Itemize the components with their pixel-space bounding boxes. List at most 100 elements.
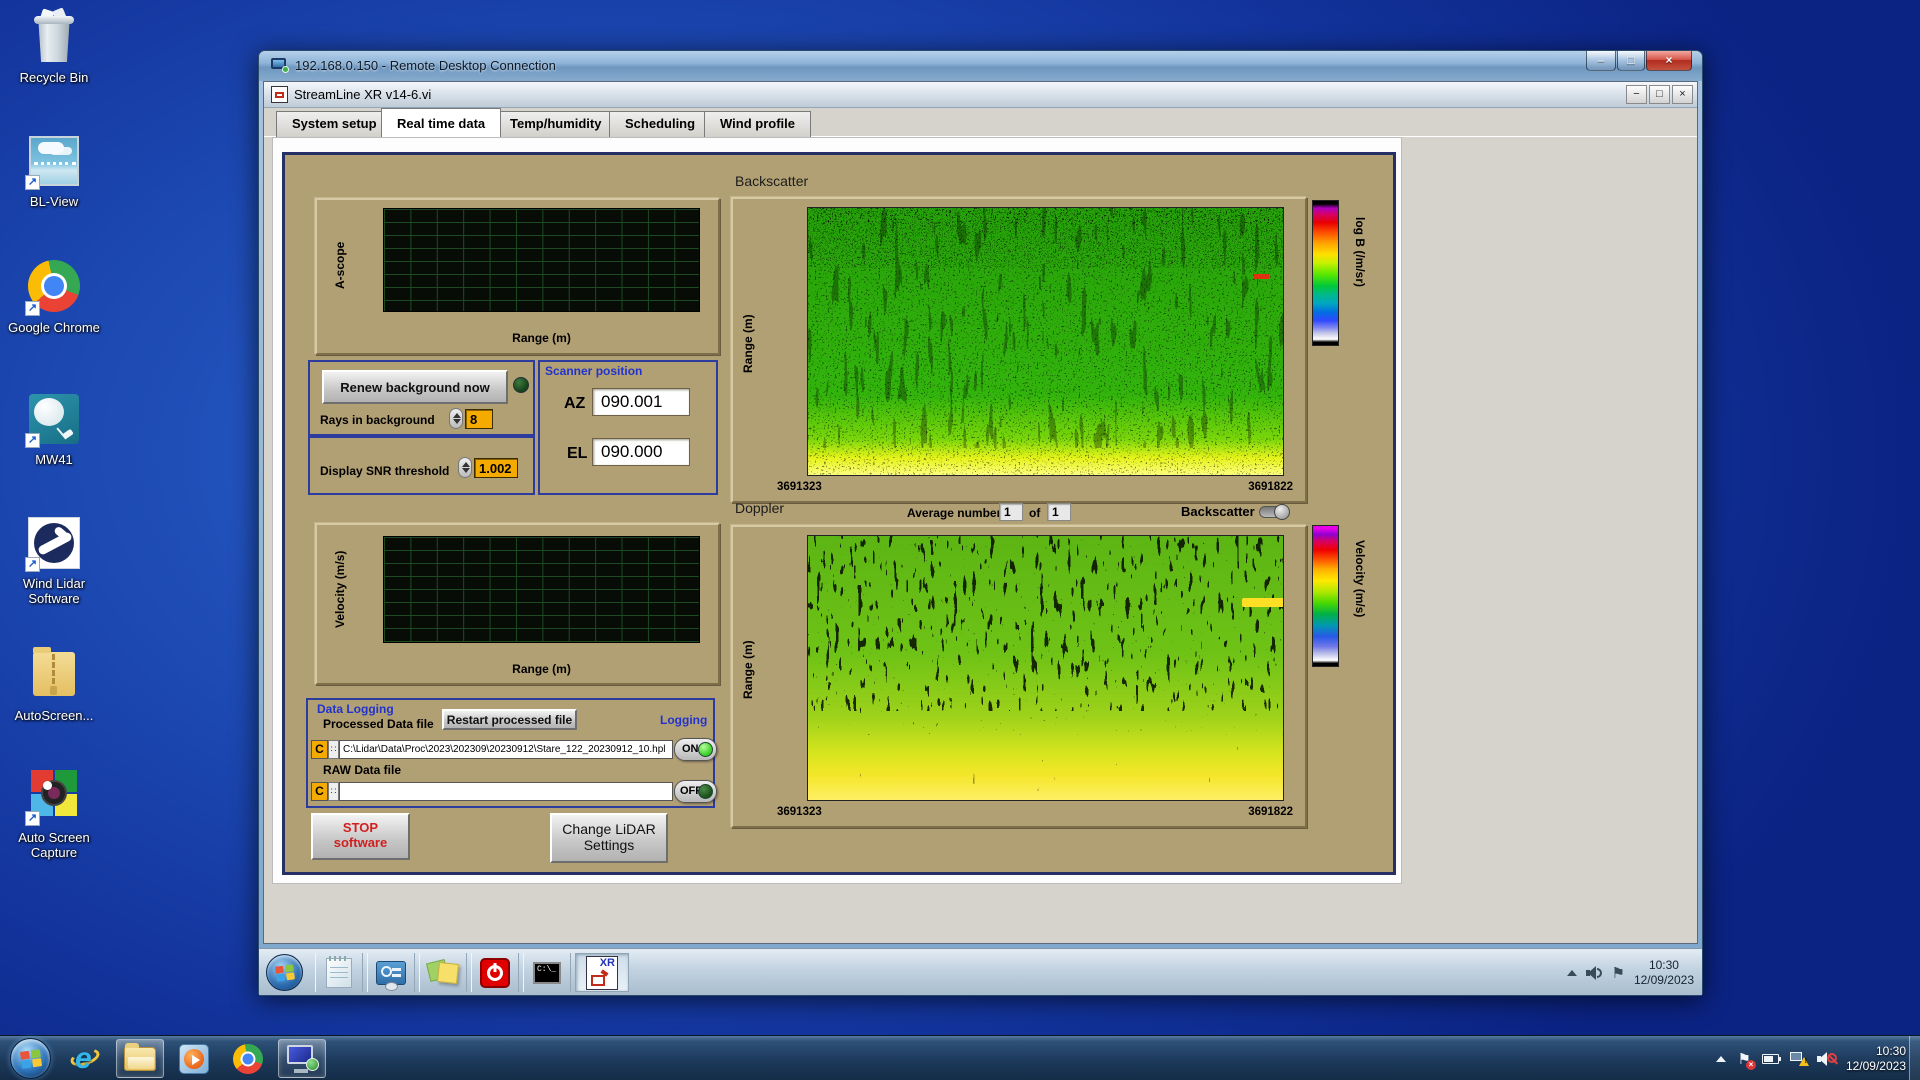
- host-taskbar: e ⚑ × ! 10:30 12/09/2023: [0, 1035, 1920, 1080]
- bl-view-icon: ↗: [25, 132, 83, 190]
- host-taskbar-media-player[interactable]: [170, 1039, 218, 1078]
- stop-line1: STOP: [342, 820, 379, 835]
- desktop-icon-label: Wind Lidar Software: [22, 576, 86, 606]
- processed-path-type-icon[interactable]: ∷: [328, 740, 339, 759]
- remote-clock[interactable]: 10:30 12/09/2023: [1634, 958, 1694, 988]
- change-line1: Change LiDAR: [562, 821, 656, 837]
- average-number-field[interactable]: 1: [999, 503, 1023, 521]
- desktop-icon-label: AutoScreen...: [14, 708, 94, 723]
- app-minimize-button[interactable]: −: [1626, 85, 1647, 104]
- host-tray-expand-icon[interactable]: [1716, 1055, 1727, 1062]
- snr-threshold-box: Display SNR threshold 1.002: [308, 436, 535, 495]
- remote-start-button[interactable]: [266, 954, 303, 991]
- processed-drive-selector[interactable]: C: [311, 740, 328, 759]
- backscatter-y-ticks: [755, 204, 799, 473]
- tab-temp-humidity[interactable]: Temp/humidity: [494, 111, 618, 137]
- processed-data-file-label: Processed Data file: [323, 717, 434, 731]
- host-volume-muted-icon[interactable]: [1816, 1051, 1837, 1067]
- scanner-position-title: Scanner position: [545, 364, 643, 378]
- rdp-window: 192.168.0.150 - Remote Desktop Connectio…: [258, 50, 1703, 996]
- ascope-y-ticks: [331, 205, 379, 309]
- of-label: of: [1029, 506, 1041, 520]
- app-restore-button[interactable]: □: [1649, 85, 1670, 104]
- data-logging-box: Data Logging Processed Data file Restart…: [306, 698, 717, 808]
- backscatter-toggle[interactable]: [1259, 504, 1290, 520]
- processed-path-field[interactable]: C:\Lidar\Data\Proc\2023\202309\20230912\…: [339, 740, 673, 759]
- rays-spinner[interactable]: [449, 408, 463, 429]
- tab-scheduling[interactable]: Scheduling: [609, 111, 712, 137]
- app-close-button[interactable]: ×: [1672, 85, 1693, 104]
- desktop-icon-autoscreen-zip[interactable]: AutoScreen...: [2, 646, 106, 723]
- lidar-panel: A-scope Range (m) Renew background now R…: [282, 152, 1396, 875]
- desktop-icon-auto-screen-capture[interactable]: ↗ Auto Screen Capture: [2, 768, 106, 860]
- backscatter-x-right: 3691822: [1248, 481, 1293, 493]
- host-taskbar-internet-explorer[interactable]: e: [62, 1039, 110, 1078]
- show-desktop-button[interactable]: [1909, 1036, 1920, 1080]
- processed-logging-toggle[interactable]: ON: [674, 738, 717, 761]
- remote-taskbar-stop-utility[interactable]: [471, 953, 519, 992]
- tab-real-time-data[interactable]: Real time data: [381, 108, 502, 137]
- off-lamp-icon: [698, 784, 713, 799]
- desktop-icon-label: Recycle Bin: [19, 70, 89, 85]
- stop-software-button[interactable]: STOP software: [311, 813, 410, 860]
- restart-processed-file-button[interactable]: Restart processed file: [442, 709, 577, 730]
- rays-value-field[interactable]: 8: [465, 409, 493, 429]
- host-taskbar-windows-explorer[interactable]: [116, 1039, 164, 1078]
- remote-volume-icon[interactable]: [1586, 965, 1603, 980]
- el-value-field[interactable]: 090.000: [592, 438, 690, 466]
- doppler-heatmap: [807, 535, 1284, 801]
- app-content: A-scope Range (m) Renew background now R…: [264, 137, 1697, 943]
- app-title-bar[interactable]: StreamLine XR v14-6.vi − □ ×: [264, 82, 1697, 108]
- rdp-title-bar[interactable]: 192.168.0.150 - Remote Desktop Connectio…: [259, 51, 1702, 81]
- backscatter-heatmap-image: [808, 208, 1283, 475]
- remote-taskbar-sticky-notes[interactable]: [419, 953, 467, 992]
- background-controls-box: Renew background now Rays in background …: [308, 360, 535, 436]
- raw-path-field[interactable]: [339, 782, 673, 801]
- desktop-icon-google-chrome[interactable]: ↗ Google Chrome: [2, 258, 106, 335]
- remote-action-center-icon[interactable]: ⚑: [1611, 964, 1624, 982]
- doppler-section-title: Doppler: [735, 500, 785, 516]
- mw41-icon: ↗: [25, 390, 83, 448]
- az-value-field[interactable]: 090.001: [592, 388, 690, 416]
- snr-spinner[interactable]: [458, 457, 472, 478]
- average-number-label: Average number: [907, 506, 1002, 520]
- host-action-center-icon[interactable]: ⚑ ×: [1737, 1050, 1756, 1070]
- change-lidar-settings-button[interactable]: Change LiDAR Settings: [550, 813, 668, 863]
- remote-taskbar-notepad[interactable]: [315, 953, 363, 992]
- tab-system-setup[interactable]: System setup: [276, 111, 393, 137]
- desktop-icon-recycle-bin[interactable]: Recycle Bin: [2, 7, 106, 85]
- snr-value-field[interactable]: 1.002: [474, 458, 518, 478]
- sticky-notes-icon: [425, 958, 459, 987]
- host-taskbar-remote-desktop[interactable]: [278, 1039, 326, 1078]
- host-power-icon[interactable]: [1761, 1053, 1781, 1064]
- velocity-graph-frame: Velocity (m/s) Range (m): [315, 523, 720, 685]
- rdp-close-button[interactable]: ×: [1646, 51, 1692, 71]
- host-start-button[interactable]: [10, 1038, 51, 1079]
- backscatter-heatmap: [807, 207, 1284, 476]
- tab-wind-profile[interactable]: Wind profile: [704, 111, 811, 137]
- host-network-warning-icon[interactable]: !: [1789, 1052, 1809, 1066]
- rdp-maximize-button[interactable]: □: [1617, 51, 1645, 71]
- raw-drive-selector[interactable]: C: [311, 782, 328, 801]
- desktop: Recycle Bin ↗ BL-View ↗ Google Chrome ↗ …: [0, 0, 1920, 1080]
- desktop-icon-wind-lidar[interactable]: ↗ Wind Lidar Software: [2, 514, 106, 606]
- average-total-field[interactable]: 1: [1047, 503, 1071, 521]
- host-clock[interactable]: 10:30 12/09/2023: [1846, 1044, 1906, 1074]
- rdp-minimize-button[interactable]: –: [1586, 51, 1616, 71]
- remote-taskbar-streamline-xr[interactable]: XR: [575, 953, 629, 992]
- host-taskbar-chrome[interactable]: [224, 1039, 272, 1078]
- remote-taskbar-command-prompt[interactable]: C:\_: [523, 953, 571, 992]
- desktop-icon-label: Auto Screen Capture: [18, 830, 90, 860]
- raw-path-type-icon[interactable]: ∷: [328, 782, 339, 801]
- remote-tray-expand-icon[interactable]: [1567, 969, 1578, 976]
- host-date: 12/09/2023: [1845, 1058, 1906, 1073]
- desktop-icon-mw41[interactable]: ↗ MW41: [2, 390, 106, 467]
- shortcut-arrow-icon: ↗: [25, 557, 40, 572]
- renew-background-button[interactable]: Renew background now: [322, 370, 508, 404]
- raw-logging-toggle[interactable]: OFF: [674, 780, 717, 803]
- windows-flag-icon: [274, 963, 295, 982]
- desktop-icon-label: Google Chrome: [8, 320, 100, 335]
- remote-taskbar-system-monitor[interactable]: [367, 953, 415, 992]
- doppler-x-left: 3691323: [777, 806, 822, 818]
- desktop-icon-bl-view[interactable]: ↗ BL-View: [2, 132, 106, 209]
